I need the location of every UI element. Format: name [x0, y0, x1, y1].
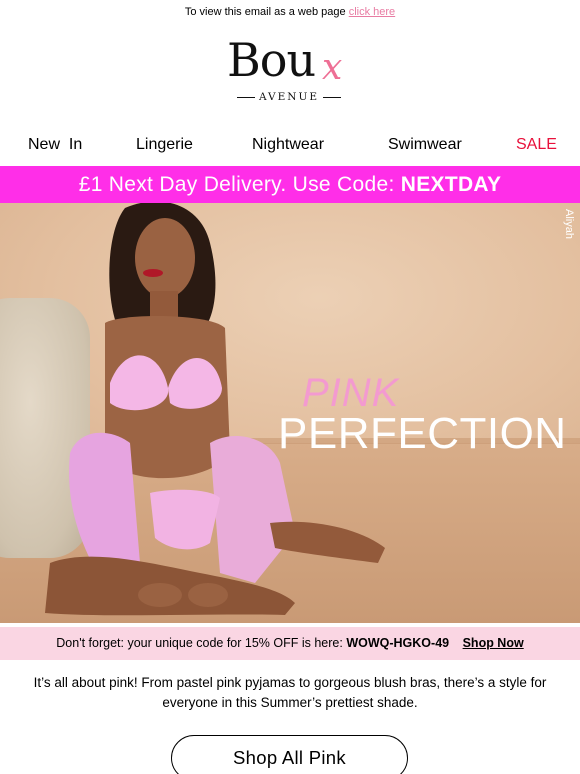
hero-title-line-2: PERFECTION: [278, 409, 567, 458]
main-nav: New In Lingerie Nightwear Swimwear SALE: [0, 128, 580, 162]
logo-x-mark: x: [322, 47, 343, 88]
discount-code-bar: Don't forget: your unique code for 15% O…: [0, 627, 580, 660]
logo-subtitle: AVENUE: [259, 91, 320, 103]
discount-text: Don't forget: your unique code for 15% O…: [56, 636, 343, 650]
shop-all-pink-button[interactable]: Shop All Pink: [171, 735, 408, 774]
nav-item-new-in[interactable]: New In: [28, 128, 82, 162]
logo-wordmark: Bou: [227, 33, 316, 87]
intro-copy-line-2: everyone in this Summer’s prettiest shad…: [162, 695, 418, 710]
nav-item-swimwear[interactable]: Swimwear: [388, 128, 462, 162]
web-view-text: To view this email as a web page: [184, 6, 346, 18]
brand-logo[interactable]: Bou x AVENUE: [215, 32, 365, 108]
discount-code: WOWQ-HGKO-49: [346, 636, 450, 650]
promo-code: NEXTDAY: [400, 173, 502, 196]
shop-now-link[interactable]: Shop Now: [463, 636, 524, 650]
logo-rule-left: [237, 96, 255, 98]
web-view-link[interactable]: click here: [349, 6, 395, 18]
hero-banner[interactable]: Aliyah PINK PERFECTION: [0, 203, 580, 623]
delivery-promo-banner[interactable]: £1 Next Day Delivery. Use Code: NEXTDAY: [0, 166, 580, 203]
intro-copy-line-1: It’s all about pink! From pastel pink py…: [33, 675, 547, 690]
logo-rule-right: [323, 96, 342, 98]
nav-item-nightwear[interactable]: Nightwear: [252, 128, 324, 162]
photo-credit: Aliyah: [563, 209, 575, 239]
web-view-line: To view this email as a web page click h…: [0, 0, 580, 24]
promo-text: £1 Next Day Delivery. Use Code:: [78, 173, 395, 196]
logo-subline: AVENUE: [237, 90, 342, 104]
intro-copy: It’s all about pink! From pastel pink py…: [20, 673, 560, 713]
nav-item-sale[interactable]: SALE: [516, 128, 557, 162]
nav-item-lingerie[interactable]: Lingerie: [136, 128, 193, 162]
